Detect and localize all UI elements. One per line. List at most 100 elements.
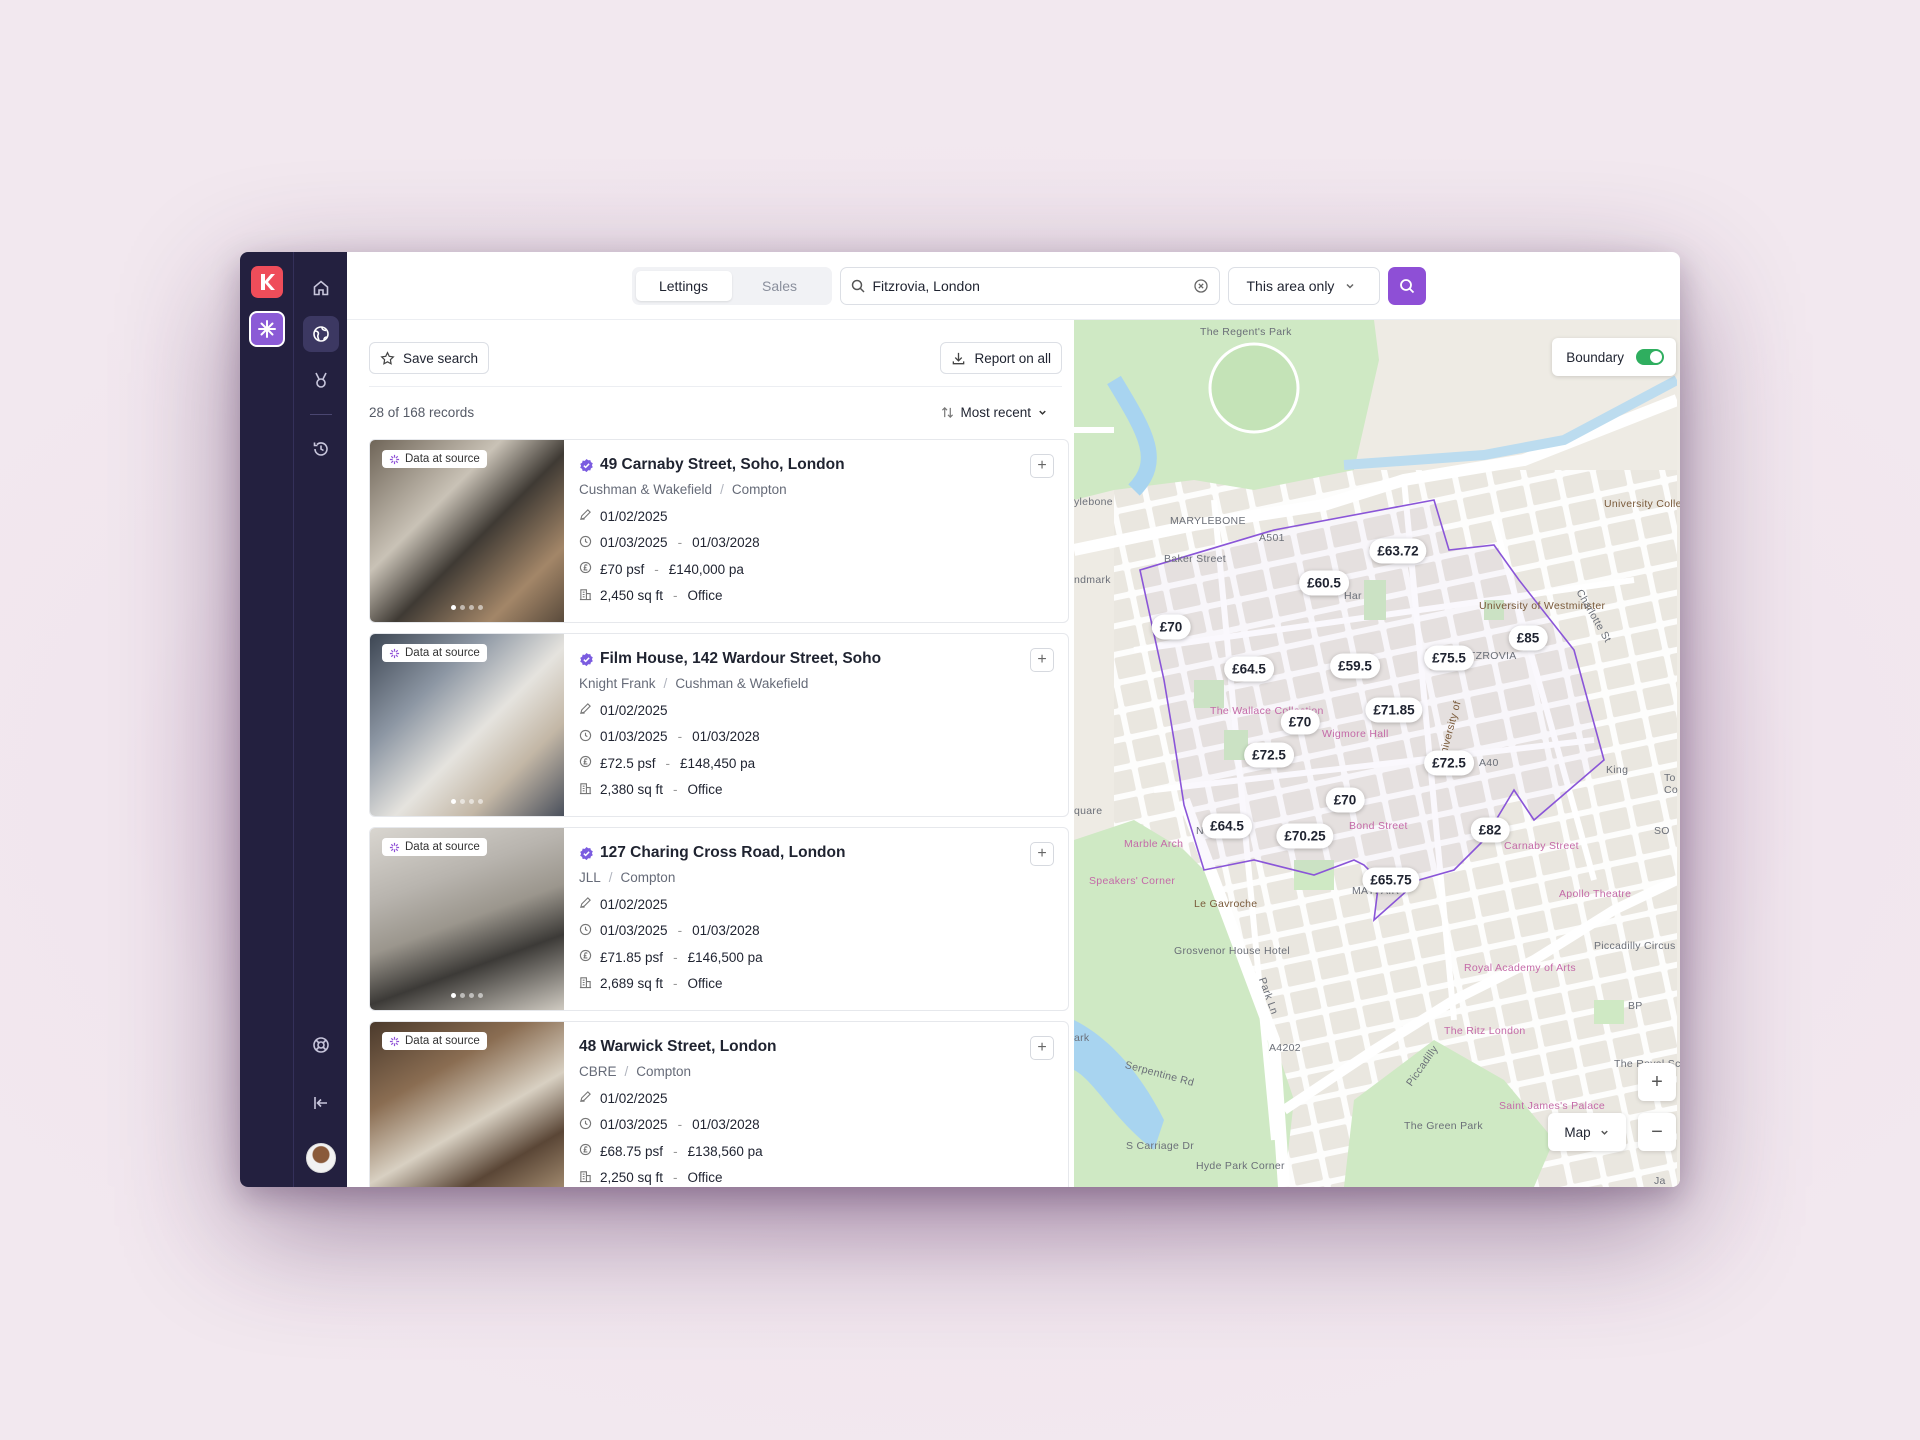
price-pin[interactable]: £70 <box>1325 787 1365 813</box>
map-canvas[interactable] <box>1074 320 1677 1187</box>
search-button[interactable] <box>1387 266 1426 305</box>
price-pin[interactable]: £75.5 <box>1424 645 1474 671</box>
clear-search-icon[interactable] <box>1193 278 1209 294</box>
price-pin[interactable]: £82 <box>1470 817 1510 843</box>
sparkle-icon <box>389 842 400 852</box>
price-pin[interactable]: £72.5 <box>1244 742 1294 768</box>
app-logo[interactable] <box>250 266 283 298</box>
listing-date: 01/02/2025 <box>600 508 668 524</box>
listing-size: 2,689 sq ft <box>600 976 664 992</box>
building-icon <box>579 782 592 798</box>
price-pin[interactable]: £71.85 <box>1365 697 1423 723</box>
data-source-badge: Data at source <box>382 644 487 662</box>
listing-term-row: 01/03/2025-01/03/2028 <box>579 918 1052 945</box>
price-pin[interactable]: £64.5 <box>1202 813 1252 839</box>
data-source-badge: Data at source <box>382 838 487 856</box>
listing-card[interactable]: Data at source Film House, 142 Wardour S… <box>369 633 1069 817</box>
rent-rate: £68.75 psf <box>600 1143 664 1159</box>
price-pin[interactable]: £70 <box>1280 709 1320 735</box>
sort-label: Most recent <box>960 404 1031 420</box>
listing-title[interactable]: 127 Charing Cross Road, London <box>600 844 845 862</box>
listing-term-row: 01/03/2025-01/03/2028 <box>579 1112 1052 1139</box>
photo-carousel-dots[interactable] <box>451 799 483 804</box>
tab-sales[interactable]: Sales <box>732 271 828 301</box>
listing-title-row: Film House, 142 Wardour Street, Soho <box>579 650 1052 668</box>
price-pin[interactable]: £85 <box>1508 625 1548 651</box>
history-icon[interactable] <box>303 431 339 467</box>
map-panel[interactable]: The Regent's Park MARYLEBONE Baker Street y… <box>1074 320 1680 1187</box>
term-start: 01/03/2025 <box>600 1117 668 1133</box>
clock-icon <box>579 1117 592 1133</box>
listing-title[interactable]: Film House, 142 Wardour Street, Soho <box>600 650 881 668</box>
map-place-label: A40 <box>1479 757 1499 769</box>
listing-size-row: 2,380 sq ft - Office <box>579 777 1052 804</box>
price-pin[interactable]: £64.5 <box>1224 656 1274 682</box>
add-listing-button[interactable]: + <box>1030 454 1054 478</box>
workspace-icon[interactable] <box>248 311 285 347</box>
agent-name: Knight Frank <box>579 676 656 691</box>
globe-icon[interactable] <box>302 316 339 352</box>
map-place-label: A501 <box>1259 532 1285 544</box>
workspace-rail <box>240 252 293 1187</box>
map-place-label: quare <box>1074 805 1103 817</box>
boundary-toggle[interactable] <box>1636 349 1664 365</box>
add-listing-button[interactable]: + <box>1030 648 1054 672</box>
zoom-in-button[interactable]: + <box>1638 1063 1676 1101</box>
map-place-label: Piccadilly Circus <box>1594 940 1676 952</box>
medal-icon[interactable] <box>303 362 339 398</box>
report-on-all-button[interactable]: Report on all <box>940 342 1062 374</box>
main-area: Lettings Sales Fitzrovia, London This ar… <box>347 252 1680 1187</box>
area-filter-dropdown[interactable]: This area only <box>1227 266 1380 305</box>
listing-photo[interactable]: Data at source <box>370 828 564 1010</box>
listing-rent-row: £72.5 psf - £148,450 pa <box>579 750 1052 777</box>
listing-use: Office <box>687 976 723 992</box>
verified-icon <box>580 846 593 860</box>
data-source-label: Data at source <box>405 1035 480 1047</box>
home-icon[interactable] <box>303 270 339 306</box>
search-icon <box>1399 278 1414 293</box>
map-place-label: Baker Street <box>1164 553 1226 565</box>
price-pin[interactable]: £70 <box>1151 614 1191 640</box>
map-place-label: Bond Street <box>1349 820 1408 832</box>
photo-carousel-dots[interactable] <box>451 993 483 998</box>
price-pin[interactable]: £60.5 <box>1299 570 1349 596</box>
map-place-label: King <box>1606 764 1629 776</box>
listing-card[interactable]: Data at source 127 Charing Cross Road, L… <box>369 827 1069 1011</box>
sort-dropdown[interactable]: Most recent <box>941 405 1048 420</box>
price-pin[interactable]: £70.25 <box>1276 823 1334 849</box>
listing-card[interactable]: Data at source 49 Carnaby Street, Soho, … <box>369 439 1069 623</box>
map-place-label: Saint James's Palace <box>1499 1100 1606 1112</box>
add-listing-button[interactable]: + <box>1030 842 1054 866</box>
pen-icon <box>579 896 592 912</box>
zoom-out-button[interactable]: − <box>1638 1113 1676 1151</box>
tab-lettings[interactable]: Lettings <box>635 270 732 301</box>
photo-carousel-dots[interactable] <box>451 605 483 610</box>
listing-title[interactable]: 49 Carnaby Street, Soho, London <box>600 456 845 474</box>
listing-photo[interactable]: Data at source <box>370 1022 564 1187</box>
rent-total: £140,000 pa <box>668 561 744 577</box>
sort-icon <box>942 406 954 418</box>
price-pin[interactable]: £65.75 <box>1362 867 1420 893</box>
boundary-toggle-control[interactable]: Boundary <box>1552 338 1676 376</box>
user-avatar[interactable] <box>305 1143 336 1173</box>
help-icon[interactable] <box>303 1027 339 1063</box>
rent-total: £138,560 pa <box>687 1143 763 1159</box>
save-search-button[interactable]: Save search <box>369 342 490 374</box>
add-listing-button[interactable]: + <box>1030 1036 1054 1060</box>
collapse-sidebar-icon[interactable] <box>303 1085 339 1121</box>
listing-card[interactable]: Data at source 48 Warwick Street, London… <box>369 1021 1069 1187</box>
price-pin[interactable]: £63.72 <box>1369 538 1427 564</box>
map-type-dropdown[interactable]: Map <box>1548 1113 1626 1151</box>
data-source-badge: Data at source <box>382 1032 487 1050</box>
rent-total: £146,500 pa <box>687 949 763 965</box>
map-place-label: Marble Arch <box>1124 838 1184 850</box>
listing-photo[interactable]: Data at source <box>370 634 564 816</box>
price-pin[interactable]: £59.5 <box>1330 653 1380 679</box>
clock-icon <box>579 729 592 745</box>
location-search-input[interactable]: Fitzrovia, London <box>839 266 1220 305</box>
listing-title[interactable]: 48 Warwick Street, London <box>579 1038 777 1056</box>
listing-photo[interactable]: Data at source <box>370 440 564 622</box>
building-icon <box>579 1170 592 1186</box>
results-panel: Save search Report on all 28 of 168 reco… <box>347 320 1074 1187</box>
price-pin[interactable]: £72.5 <box>1424 750 1474 776</box>
